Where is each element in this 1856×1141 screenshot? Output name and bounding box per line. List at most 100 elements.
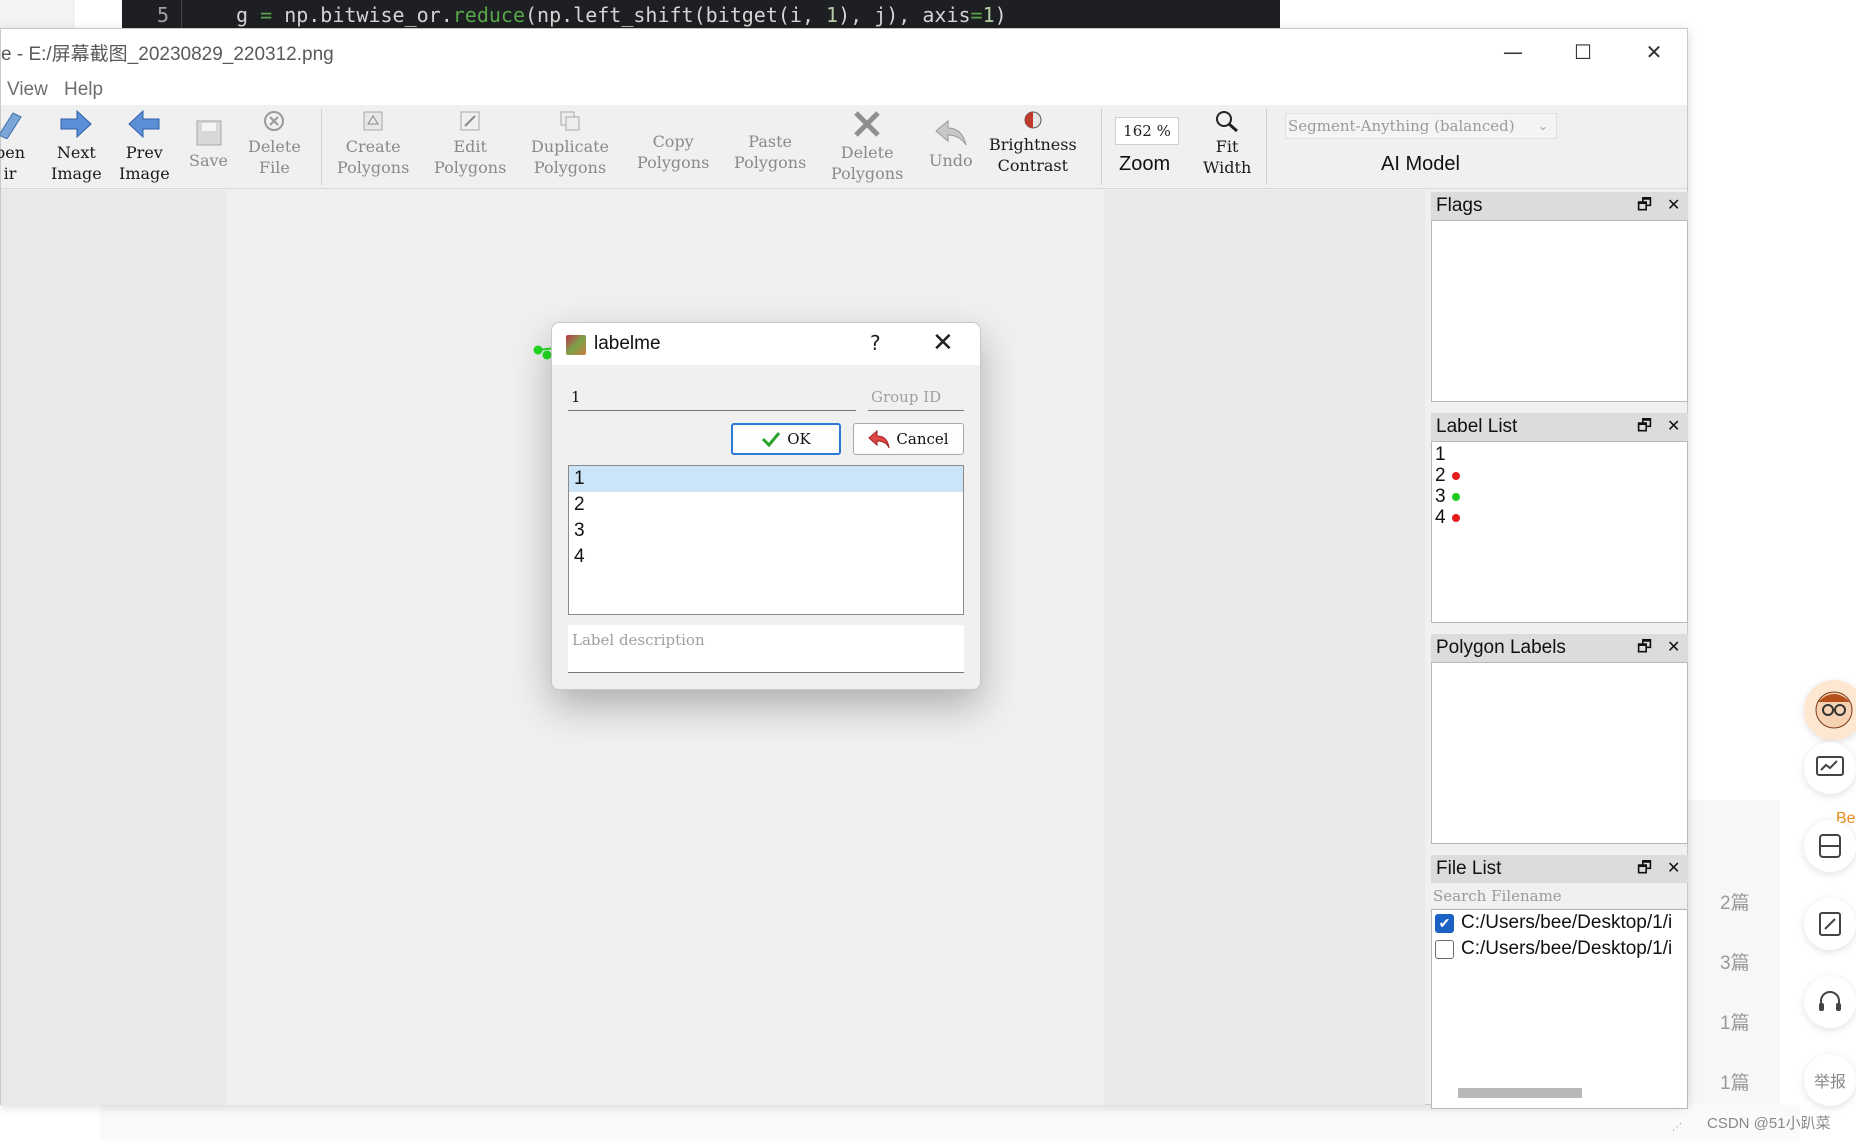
minimize-button[interactable]: — xyxy=(1485,35,1541,69)
undo-icon xyxy=(935,119,967,146)
duplicate-icon xyxy=(560,111,580,131)
toc-widget-button[interactable] xyxy=(1804,820,1856,872)
arrow-left-icon xyxy=(128,109,160,139)
dialog-title-bar: labelme ? ✕ xyxy=(552,323,980,365)
label-choice-item[interactable]: 2 xyxy=(569,492,963,518)
edit-polygons-button[interactable]: Edit Polygons xyxy=(434,109,506,178)
undock-icon[interactable]: 🗗 xyxy=(1637,855,1652,883)
csdn-watermark: CSDN @51小趴菜 xyxy=(1707,1115,1831,1132)
flags-dock: Flags 🗗 ✕ xyxy=(1431,192,1688,402)
resize-grip-icon[interactable]: ⋰ xyxy=(1672,1122,1682,1133)
prev-image-button[interactable]: Prev Image xyxy=(119,109,170,184)
save-button[interactable]: Save xyxy=(189,119,228,171)
menu-bar: View Help xyxy=(1,73,1687,105)
undock-icon[interactable]: 🗗 xyxy=(1637,634,1652,662)
label-description-input[interactable]: Label description xyxy=(568,625,964,673)
zoom-input[interactable]: 162 % xyxy=(1115,117,1179,145)
undock-icon[interactable]: 🗗 xyxy=(1637,192,1652,220)
ai-model-select[interactable]: Segment-Anything (balanced) ⌄ xyxy=(1285,113,1557,139)
menu-view[interactable]: View xyxy=(7,79,48,101)
delete-polygons-button[interactable]: Delete Polygons xyxy=(831,109,903,184)
close-button[interactable]: ✕ xyxy=(1626,35,1682,69)
horizontal-scrollbar[interactable] xyxy=(1458,1088,1582,1098)
code-token: (np.left_shift(bitget(i, xyxy=(525,3,827,27)
label-list[interactable]: 1234 xyxy=(1431,441,1688,623)
checkmark-icon xyxy=(762,432,781,448)
code-token: reduce xyxy=(452,3,526,27)
close-icon[interactable]: ✕ xyxy=(1667,855,1680,883)
code-token: = xyxy=(260,3,285,27)
cancel-button[interactable]: Cancel xyxy=(853,423,964,455)
copy-polygons-button[interactable]: Copy Polygons xyxy=(637,131,709,173)
title-bar: e - E:/屏幕截图_20230829_220312.png — ☐ ✕ xyxy=(1,29,1687,73)
label-choice-list[interactable]: 1234 xyxy=(568,465,964,615)
paste-polygons-button[interactable]: Paste Polygons xyxy=(734,131,806,173)
label-color-dot-icon xyxy=(1451,492,1460,501)
flags-list[interactable] xyxy=(1431,220,1688,402)
ok-button[interactable]: OK xyxy=(731,423,841,455)
file-search-input[interactable]: Search Filename xyxy=(1431,883,1688,909)
fit-width-button[interactable]: Fit Width xyxy=(1203,109,1251,178)
toolbar-separator xyxy=(1101,109,1102,185)
label-list-item[interactable]: 3 xyxy=(1432,486,1687,507)
brightness-contrast-button[interactable]: Brightness Contrast xyxy=(989,109,1077,176)
next-image-button[interactable]: Next Image xyxy=(51,109,102,184)
article-count: 1篇 xyxy=(1720,1073,1750,1094)
undo-button[interactable]: Undo xyxy=(929,117,973,171)
label-choice-item[interactable]: 4 xyxy=(569,544,963,570)
undo-arrow-icon xyxy=(868,429,890,449)
report-button[interactable]: 举报 xyxy=(1804,1054,1856,1106)
code-token: = xyxy=(970,3,983,27)
open-dir-button[interactable]: pen ir xyxy=(0,109,25,184)
label-choice-item[interactable]: 1 xyxy=(569,466,963,492)
background-bottom-strip xyxy=(100,1105,1800,1141)
magnifier-icon xyxy=(1216,111,1239,133)
polygon-vertex[interactable] xyxy=(533,345,543,355)
help-button[interactable]: ? xyxy=(870,331,881,355)
undock-icon[interactable]: 🗗 xyxy=(1637,413,1652,441)
support-widget-button[interactable] xyxy=(1804,976,1856,1028)
menu-help[interactable]: Help xyxy=(64,79,103,101)
code-token: ) xyxy=(994,3,1007,27)
file-list-item[interactable]: ✔ C:/Users/bee/Desktop/1/i xyxy=(1432,910,1687,936)
open-folder-icon xyxy=(0,112,22,139)
file-list-item[interactable]: C:/Users/bee/Desktop/1/i xyxy=(1432,936,1687,962)
label-list-item[interactable]: 1 xyxy=(1432,444,1687,465)
label-input[interactable]: 1 xyxy=(568,383,856,411)
file-checkbox[interactable] xyxy=(1435,939,1454,959)
edit-icon xyxy=(460,111,480,131)
close-icon[interactable]: ✕ xyxy=(1667,634,1680,662)
close-icon[interactable]: ✕ xyxy=(1667,413,1680,441)
label-choice-item[interactable]: 3 xyxy=(569,518,963,544)
label-list-item-text: 2 xyxy=(1435,465,1446,486)
dock-title: File List 🗗 ✕ xyxy=(1431,855,1688,883)
monitor-chart-icon xyxy=(1816,756,1844,776)
article-count: 2篇 xyxy=(1720,893,1750,914)
maximize-button[interactable]: ☐ xyxy=(1555,35,1611,69)
file-list-dock: File List 🗗 ✕ Search Filename ✔ C:/Users/… xyxy=(1431,855,1688,1109)
code-editor-line: 5g = np.bitwise_or.reduce(np.left_shift(… xyxy=(122,0,1280,30)
label-list-item-text: 3 xyxy=(1435,486,1446,507)
duplicate-polygons-button[interactable]: Duplicate Polygons xyxy=(531,109,609,178)
file-checkbox[interactable]: ✔ xyxy=(1435,913,1454,933)
mascot-avatar[interactable] xyxy=(1804,680,1856,740)
file-path: C:/Users/bee/Desktop/1/i xyxy=(1461,938,1673,959)
label-list-item[interactable]: 4 xyxy=(1432,507,1687,528)
edit-widget-button[interactable] xyxy=(1804,898,1856,950)
edit-note-icon xyxy=(1819,912,1841,936)
chart-widget-button[interactable] xyxy=(1804,742,1856,794)
close-icon[interactable]: ✕ xyxy=(1667,192,1680,220)
label-list-item[interactable]: 2 xyxy=(1432,465,1687,486)
delete-x-icon xyxy=(854,111,880,137)
dock-title: Label List 🗗 ✕ xyxy=(1431,413,1688,441)
label-list-dock: Label List 🗗 ✕ 1234 xyxy=(1431,413,1688,623)
dialog-title: labelme xyxy=(594,333,661,354)
polygon-labels-list[interactable] xyxy=(1431,662,1688,844)
dialog-close-button[interactable]: ✕ xyxy=(932,328,954,358)
create-polygons-button[interactable]: Create Polygons xyxy=(337,109,409,178)
file-list[interactable]: ✔ C:/Users/bee/Desktop/1/i C:/Users/bee/De… xyxy=(1431,909,1688,1109)
delete-file-button[interactable]: Delete File xyxy=(248,109,301,178)
document-outline-icon xyxy=(1819,834,1841,858)
group-id-input[interactable]: Group ID xyxy=(868,383,964,411)
label-color-dot-icon xyxy=(1451,471,1460,480)
